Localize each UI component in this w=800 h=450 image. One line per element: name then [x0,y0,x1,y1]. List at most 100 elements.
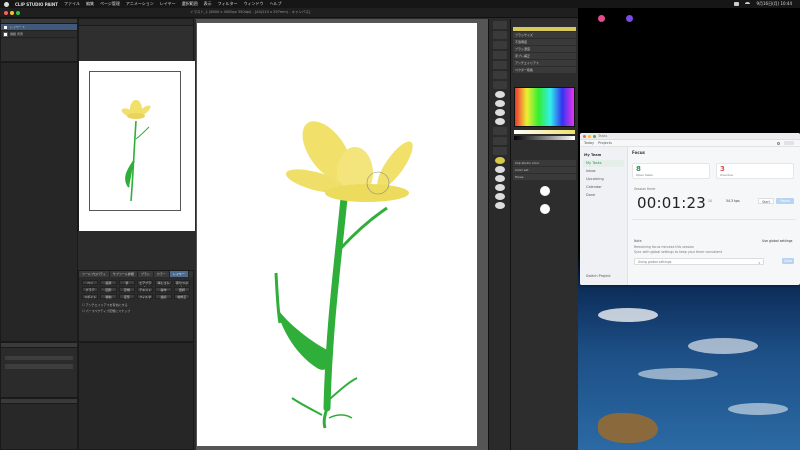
menu-item[interactable]: ページ管理 [100,1,120,7]
app-menu-name[interactable]: CLIP STUDIO PAINT [15,2,58,7]
apple-icon[interactable] [4,1,9,7]
pause-button[interactable]: Pause [776,198,794,204]
tool-button[interactable]: 筆 [118,280,135,285]
layer-row[interactable]: レイヤー 1 [1,24,77,31]
brush-preset-icon[interactable] [494,193,505,200]
drawing-paper[interactable] [197,23,477,446]
tool-icon[interactable] [492,21,507,29]
color-wheel[interactable] [514,87,575,127]
tab-color[interactable]: カラー [153,271,170,277]
sidebar-item-inbox[interactable]: Inbox [583,168,624,175]
tool-icon[interactable] [492,137,507,145]
menu-item[interactable]: アニメーション [126,1,154,7]
brush-preset-icon[interactable] [494,202,505,209]
wifi-icon[interactable] [745,2,751,6]
menu-item[interactable]: ウィンドウ [244,1,264,7]
tool-icon[interactable] [492,41,507,49]
minimize-icon[interactable] [588,135,591,138]
brush-preset-icon[interactable] [494,118,505,125]
desktop-icon[interactable] [598,15,605,22]
brush-preset-icon[interactable] [494,175,505,182]
tab-subtool-detail[interactable]: サブツール詳細 [109,271,138,277]
menu-item[interactable]: ヘルプ [270,1,282,7]
subtool-item[interactable]: Tones [513,174,576,180]
timer-input[interactable]: 5 [692,199,694,203]
subtool-item[interactable]: Clip studio color [513,160,576,166]
property-row[interactable]: アンチエイリアス [513,60,576,66]
tool-button[interactable]: テキスト [137,287,154,292]
canvas-area[interactable] [196,19,488,450]
menu-item[interactable]: 表示 [204,1,212,7]
tool-button[interactable]: スポイト [82,294,99,299]
brush-preset-icon[interactable] [494,109,505,116]
subtool-item[interactable]: Color set [513,167,576,173]
tool-icon[interactable] [492,31,507,39]
tool-button[interactable]: フィルタ [137,294,154,299]
desktop-icon[interactable] [626,15,633,22]
tool-button[interactable]: 移動 [100,294,117,299]
toolbar-today[interactable]: Today [584,141,594,145]
tab-tool-property[interactable]: ツールプロパティ [79,271,110,277]
tool-button[interactable]: 塗りつぶし [173,280,190,289]
subtool-slider[interactable] [5,356,73,360]
tool-icon[interactable] [492,127,507,135]
toggle-label[interactable]: Use global settings [762,239,792,243]
property-row[interactable]: 不透明度 [513,39,576,45]
color-swatch-icon[interactable] [494,157,505,164]
close-icon[interactable] [4,11,8,15]
brush-preset-icon[interactable] [494,91,505,98]
sidebar-footer[interactable]: Switch Project [583,273,611,280]
tool-icon[interactable] [492,81,507,89]
close-icon[interactable] [583,135,586,138]
zoom-icon[interactable] [16,11,20,15]
start-button[interactable]: Start [758,198,774,204]
tool-button[interactable]: エアブラシ [137,280,154,289]
tab-brush[interactable]: ブラシ [137,271,154,277]
property-row[interactable]: ブラシ濃度 [513,46,576,52]
tool-button[interactable]: 操作 [155,287,172,292]
search-icon[interactable] [777,142,780,145]
clock-text[interactable]: 9月16日(月) 10:44 [756,1,792,7]
tool-icon[interactable] [492,61,507,69]
tool-button[interactable]: 図形 [100,287,117,292]
tool-icon[interactable] [492,147,507,155]
minimize-icon[interactable] [10,11,14,15]
tool-icon[interactable] [492,71,507,79]
menu-item[interactable]: 選択範囲 [182,1,198,7]
save-button[interactable]: Save [782,258,794,264]
tab-layer[interactable]: レイヤー [169,271,189,277]
tool-button[interactable]: 鉛筆 [100,280,117,285]
property-row[interactable]: ベクター吸着 [513,67,576,73]
add-button[interactable] [784,141,794,145]
tool-button[interactable]: ペン [82,280,99,285]
property-row[interactable]: ブラシサイズ [513,32,576,38]
tool-button[interactable]: 連続 [155,294,172,299]
stat-card[interactable]: 8 Open tasks [632,163,710,179]
brush-preset-icon[interactable] [494,100,505,107]
tool-button[interactable]: 選択 [173,287,190,292]
color-slider[interactable] [514,136,575,140]
status-icon[interactable] [734,2,740,6]
sidebar-item-my-tasks[interactable]: My Tasks [583,160,624,167]
tool-button[interactable]: 変形 [118,294,135,299]
sidebar-item-done[interactable]: Done [583,192,624,199]
tool-button[interactable]: 消しゴム [155,280,172,285]
tool-icon[interactable] [492,51,507,59]
tool-button[interactable]: 線修正 [173,294,190,299]
toolbar-projects[interactable]: Projects [598,141,612,145]
menu-item[interactable]: レイヤー [160,1,176,7]
menu-item[interactable]: 編集 [86,1,94,7]
tool-button[interactable]: グラデ [82,287,99,292]
sidebar-item-calendar[interactable]: Calendar [583,184,624,191]
menu-item[interactable]: ファイル [64,1,80,7]
timer-input[interactable]: 10 [708,199,712,203]
property-row[interactable]: 手ブレ補正 [513,53,576,59]
brush-preset-icon[interactable] [494,184,505,191]
color-slider[interactable] [514,130,575,134]
subtool-dropdown[interactable] [5,364,73,369]
sidebar-item-upcoming[interactable]: Upcoming [583,176,624,183]
brush-preset-icon[interactable] [494,166,505,173]
navigator-preview[interactable] [79,61,195,231]
layer-row[interactable]: 用紙 背景 [1,31,77,38]
menu-item[interactable]: フィルター [218,1,238,7]
